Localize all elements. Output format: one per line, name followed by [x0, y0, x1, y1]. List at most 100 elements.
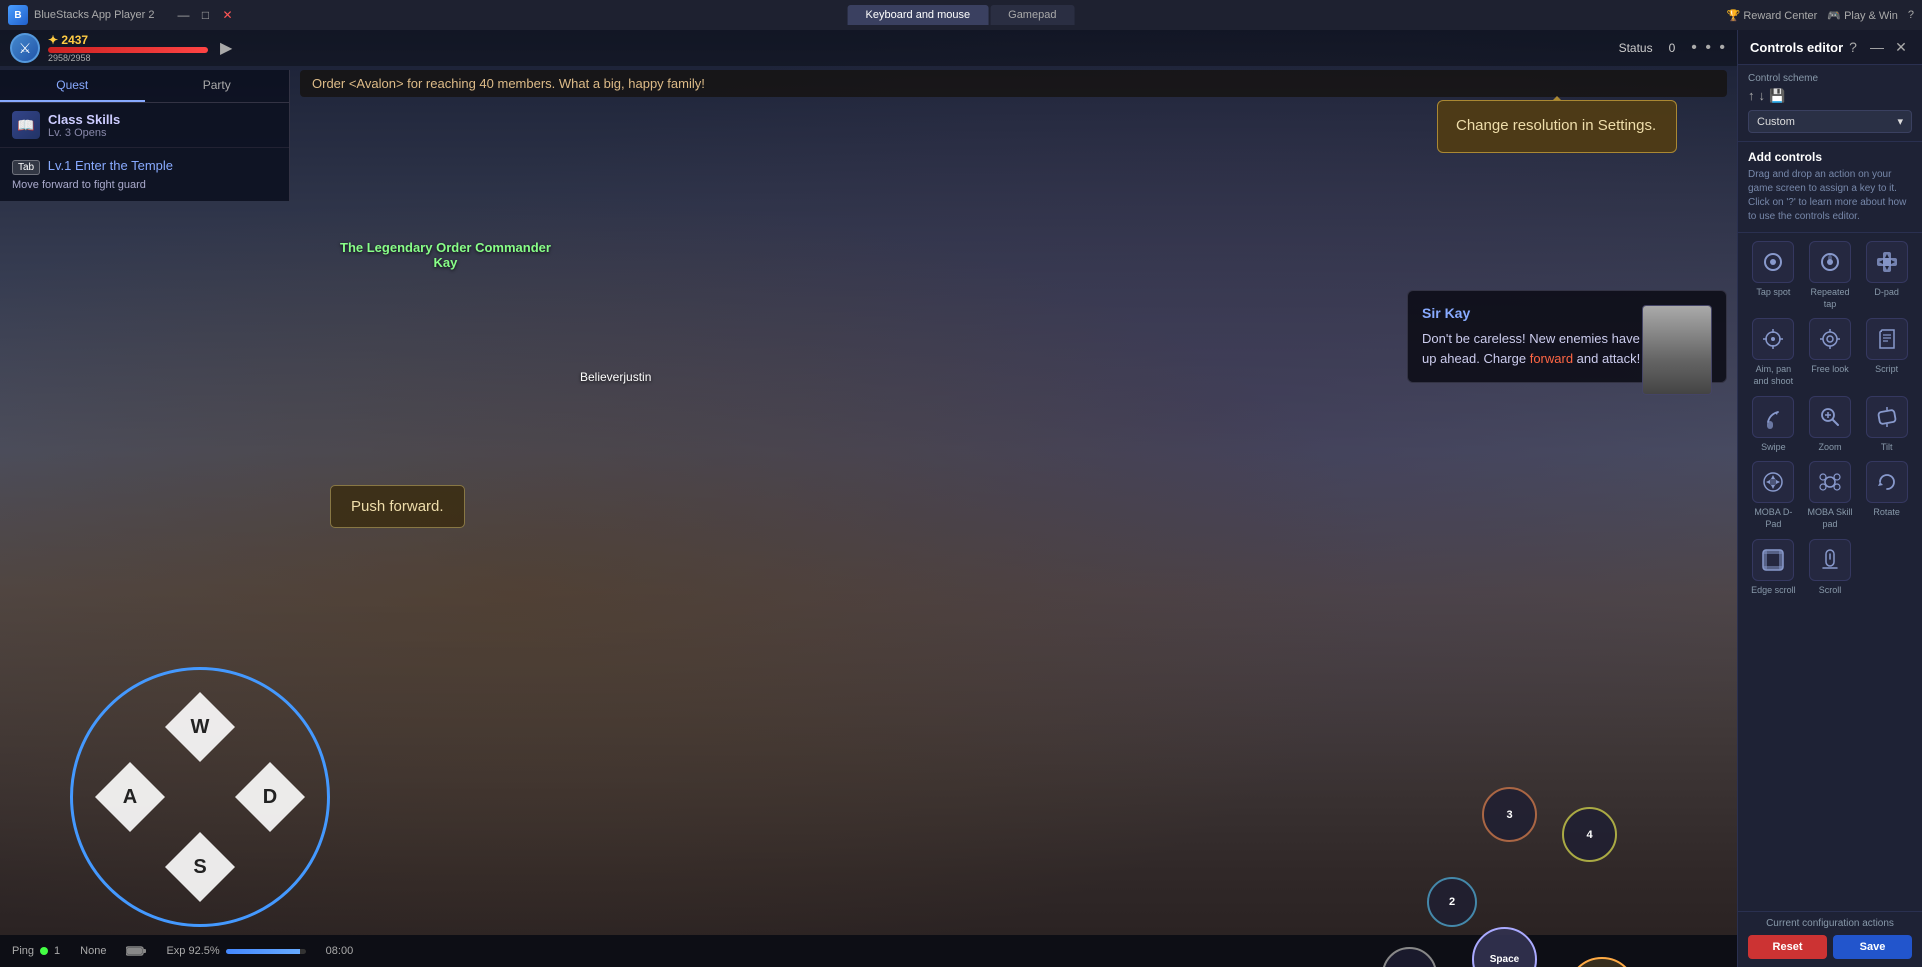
scheme-dropdown[interactable]: Custom ▾ [1748, 110, 1912, 133]
quest-panel: Quest Party 📖 Class Skills Lv. 3 Opens T… [0, 70, 290, 201]
tab-quest[interactable]: Quest [0, 70, 145, 102]
maximize-button[interactable]: □ [198, 8, 212, 22]
ctrl-dpad[interactable]: D-pad [1861, 241, 1912, 310]
controls-close-button[interactable]: ✕ [1892, 38, 1910, 56]
moba-skill-label: MOBA Skill pad [1805, 507, 1856, 530]
ctrl-script[interactable]: Script [1861, 318, 1912, 387]
exp-fill [226, 949, 300, 954]
time-label: 08:00 [326, 945, 354, 957]
push-tooltip-text: Push forward. [351, 498, 444, 515]
rotate-label: Rotate [1873, 507, 1900, 519]
zoom-icon [1809, 396, 1851, 438]
controls-grid: Tap spot Repeated tap [1738, 233, 1922, 911]
scroll-label: Scroll [1819, 585, 1842, 597]
ctrl-scroll[interactable]: Scroll [1805, 539, 1856, 597]
quest-item: 📖 Class Skills Lv. 3 Opens [0, 103, 289, 148]
status-label: Status [1619, 41, 1653, 55]
main-content: ⚔ ✦ 2437 2958/2958 ▶ Status 0 • • • [0, 30, 1922, 967]
more-options-button[interactable]: • • • [1691, 39, 1727, 57]
battery-info [126, 946, 146, 956]
ctrl-zoom[interactable]: Zoom [1805, 396, 1856, 454]
ctrl-repeated-tap[interactable]: Repeated tap [1805, 241, 1856, 310]
tab-gamepad[interactable]: Gamepad [990, 5, 1074, 25]
scheme-share-button[interactable]: ↑ [1748, 88, 1755, 104]
swipe-label: Swipe [1761, 442, 1786, 454]
reward-center-button[interactable]: 🏆 Reward Center [1727, 9, 1818, 22]
ctrl-free-look[interactable]: Free look [1805, 318, 1856, 387]
scheme-icons: ↑ ↓ 💾 [1748, 88, 1912, 104]
play-win-button[interactable]: 🎮 Play & Win [1827, 9, 1898, 22]
aim-pan-shoot-label: Aim, pan and shoot [1748, 364, 1799, 387]
add-controls-desc: Drag and drop an action on your game scr… [1748, 168, 1912, 224]
free-look-icon [1809, 318, 1851, 360]
ctrl-aim-pan-shoot[interactable]: Aim, pan and shoot [1748, 318, 1799, 387]
exp-bar [226, 949, 306, 954]
resolution-tooltip-text: Change resolution in Settings. [1456, 115, 1658, 138]
win-controls: — □ ✕ [176, 8, 234, 22]
script-label: Script [1875, 364, 1898, 376]
dpad-label: D-pad [1874, 287, 1899, 299]
save-button[interactable]: Save [1833, 935, 1912, 959]
wasd-control: W A S D [70, 667, 330, 927]
expand-arrow[interactable]: ▶ [220, 38, 232, 58]
battery-icon [126, 946, 146, 956]
controls-row-5: Edge scroll Scroll [1748, 539, 1912, 597]
minimize-button[interactable]: — [176, 8, 190, 22]
tap-spot-icon [1752, 241, 1794, 283]
controls-min-button[interactable]: — [1868, 38, 1886, 56]
free-look-label: Free look [1811, 364, 1849, 376]
tilt-label: Tilt [1881, 442, 1893, 454]
tab-keyboard-mouse[interactable]: Keyboard and mouse [848, 5, 989, 25]
exp-container: Exp 92.5% [166, 945, 305, 957]
aim-pan-shoot-icon [1752, 318, 1794, 360]
zoom-label: Zoom [1818, 442, 1841, 454]
help-button[interactable]: ? [1908, 9, 1914, 21]
skill-3-button[interactable]: 3 [1482, 787, 1537, 842]
none-label: None [80, 945, 106, 957]
reset-button[interactable]: Reset [1748, 935, 1827, 959]
tab-bar: Keyboard and mouse Gamepad [848, 5, 1075, 25]
avatar: ⚔ [10, 33, 40, 63]
scheme-save-button[interactable]: 💾 [1769, 88, 1785, 104]
announcement-banner: Order <Avalon> for reaching 40 members. … [300, 70, 1727, 97]
status-value: 0 [1669, 41, 1676, 55]
ctrl-tilt[interactable]: Tilt [1861, 396, 1912, 454]
edge-scroll-label: Edge scroll [1751, 585, 1796, 597]
app-icon: B [8, 5, 28, 25]
controls-help-button[interactable]: ? [1844, 38, 1862, 56]
ctrl-moba-skill[interactable]: MOBA Skill pad [1805, 461, 1856, 530]
tab-key: Tab [12, 160, 40, 175]
moba-dpad-icon [1752, 461, 1794, 503]
dpad-icon [1866, 241, 1908, 283]
ctrl-tap-spot[interactable]: Tap spot [1748, 241, 1799, 310]
swipe-icon [1752, 396, 1794, 438]
player-level: ✦ 2437 [48, 33, 208, 47]
edge-scroll-icon [1752, 539, 1794, 581]
controls-footer: Current configuration actions Reset Save [1738, 911, 1922, 967]
ctrl-edge-scroll[interactable]: Edge scroll [1748, 539, 1799, 597]
close-button[interactable]: ✕ [220, 8, 234, 22]
footer-buttons: Reset Save [1748, 935, 1912, 959]
add-controls-title: Add controls [1748, 150, 1912, 164]
scheme-import-button[interactable]: ↓ [1759, 88, 1766, 104]
title-bar: B BlueStacks App Player 2 — □ ✕ Keyboard… [0, 0, 1922, 30]
push-tooltip: Push forward. [330, 485, 465, 528]
game-area: ⚔ ✦ 2437 2958/2958 ▶ Status 0 • • • [0, 30, 1737, 967]
ctrl-moba-dpad[interactable]: MOBA D- Pad [1748, 461, 1799, 530]
quest-icon: 📖 [12, 111, 40, 139]
player-label: Believerjustin [580, 370, 651, 384]
skill-4-button[interactable]: 4 [1562, 807, 1617, 862]
controls-header: Controls editor ? — ✕ [1738, 30, 1922, 65]
tilt-icon [1866, 396, 1908, 438]
quest-main-title: Tab Lv.1 Enter the Temple [12, 158, 277, 175]
skill-2-button[interactable]: 2 [1427, 877, 1477, 927]
ctrl-swipe[interactable]: Swipe [1748, 396, 1799, 454]
controls-panel-title: Controls editor [1750, 40, 1843, 55]
controls-row-1: Tap spot Repeated tap [1748, 241, 1912, 310]
tab-party[interactable]: Party [145, 70, 290, 102]
controls-row-3: Swipe Zoom [1748, 396, 1912, 454]
quest-sub: Lv. 3 Opens [48, 127, 120, 139]
npc-name: The Legendary Order Commander Kay [340, 240, 551, 270]
tap-spot-label: Tap spot [1756, 287, 1790, 299]
ctrl-rotate[interactable]: Rotate [1861, 461, 1912, 530]
